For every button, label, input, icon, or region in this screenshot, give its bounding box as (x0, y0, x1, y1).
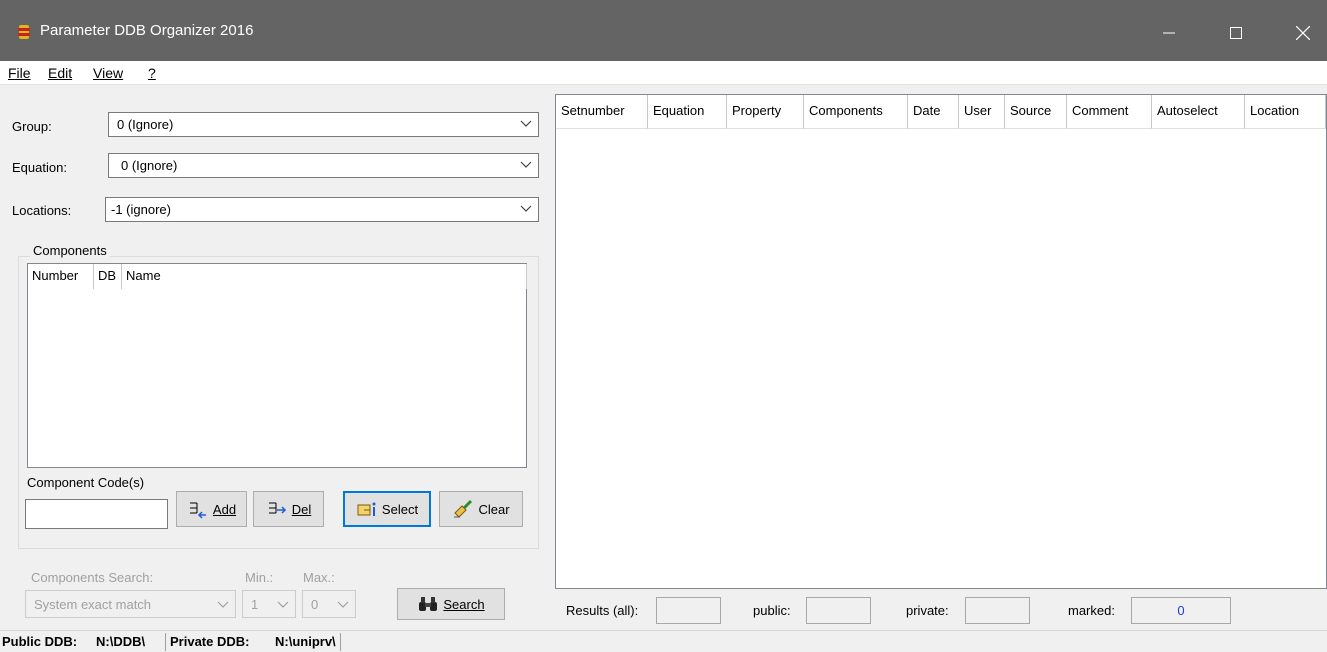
column-components[interactable]: Components (804, 95, 908, 129)
max-select[interactable]: 0 (302, 590, 356, 618)
results-public-box (806, 597, 871, 624)
chevron-down-icon (277, 601, 289, 608)
equation-label: Equation: (12, 160, 67, 175)
search-mode-value: System exact match (34, 597, 152, 612)
menu-edit-label: Edit (48, 65, 73, 81)
results-private-label: private: (906, 603, 949, 618)
column-property[interactable]: Property (727, 95, 804, 129)
binoculars-icon (419, 597, 438, 611)
menu-file[interactable]: File (8, 65, 31, 81)
chevron-down-icon (520, 205, 532, 212)
results-grid-header: Setnumber Equation Property Components D… (556, 95, 1326, 129)
column-user[interactable]: User (959, 95, 1005, 129)
min-value: 1 (251, 597, 259, 612)
del-button[interactable]: Del (253, 491, 324, 527)
chevron-down-icon (337, 601, 349, 608)
group-label: Group: (12, 119, 52, 134)
results-private-box (965, 597, 1030, 624)
column-location[interactable]: Location (1245, 95, 1326, 129)
locations-select[interactable]: -1 (ignore) (105, 197, 539, 222)
status-separator (165, 633, 166, 651)
status-separator (340, 633, 341, 651)
select-button[interactable]: Select (343, 491, 431, 527)
status-bar: Public DDB: N:\DDB\ Private DDB: N:\unip… (0, 630, 1327, 652)
private-ddb-label: Private DDB: (170, 634, 250, 649)
column-comment[interactable]: Comment (1067, 95, 1152, 129)
maximize-icon (1230, 27, 1242, 39)
results-marked-value: 0 (1177, 603, 1185, 618)
results-marked-label: marked: (1068, 603, 1115, 618)
equation-select[interactable]: 0 (Ignore) (108, 153, 539, 178)
add-arrow-icon (189, 502, 206, 519)
chevron-down-icon (520, 120, 532, 127)
equation-value: 0 (Ignore) (121, 158, 178, 173)
add-button[interactable]: Add (176, 491, 247, 527)
close-icon (1296, 26, 1310, 40)
min-label: Min.: (245, 570, 274, 585)
components-group-title: Components (30, 243, 110, 258)
minimize-icon (1163, 32, 1175, 34)
column-number[interactable]: Number (28, 264, 94, 289)
column-equation[interactable]: Equation (648, 95, 727, 129)
title-bar: Parameter DDB Organizer 2016 (0, 0, 1327, 61)
group-value: 0 (Ignore) (117, 117, 174, 132)
select-button-label: Select (381, 501, 419, 517)
menu-view[interactable]: View (93, 65, 123, 81)
eraser-icon (454, 499, 473, 518)
results-all-label: Results (all): (566, 603, 639, 618)
max-label: Max.: (303, 570, 335, 585)
window-title: Parameter DDB Organizer 2016 (40, 22, 254, 39)
column-date[interactable]: Date (908, 95, 959, 129)
column-source[interactable]: Source (1005, 95, 1067, 129)
results-public-label: public: (753, 603, 791, 618)
maximize-button[interactable] (1213, 11, 1259, 55)
del-arrow-icon (268, 502, 286, 514)
min-select[interactable]: 1 (242, 590, 296, 618)
close-button[interactable] (1280, 11, 1326, 55)
components-list-header: Number DB Name (28, 264, 527, 289)
chevron-down-icon (217, 601, 229, 608)
locations-label: Locations: (12, 203, 72, 218)
menu-bar: File Edit View ? (0, 61, 1327, 85)
search-mode-select[interactable]: System exact match (25, 590, 236, 618)
search-button-label: Search (443, 596, 485, 612)
menu-file-label: File (8, 65, 31, 81)
column-name[interactable]: Name (122, 264, 527, 289)
column-db[interactable]: DB (94, 264, 122, 289)
components-list[interactable]: Number DB Name (27, 263, 527, 468)
menu-help-label: ? (148, 65, 156, 81)
menu-help[interactable]: ? (148, 65, 156, 81)
public-ddb-path: N:\DDB\ (96, 634, 146, 649)
locations-value: -1 (ignore) (111, 202, 171, 217)
add-button-label: Add (212, 501, 237, 517)
del-button-label: Del (291, 501, 312, 517)
component-code-input[interactable] (25, 499, 168, 529)
chevron-down-icon (520, 161, 532, 168)
ddb-organizer-icon (18, 25, 30, 39)
results-all-box (656, 597, 721, 624)
private-ddb-path: N:\uniprv\ (275, 634, 336, 649)
group-select[interactable]: 0 (Ignore) (108, 112, 539, 137)
menu-edit[interactable]: Edit (48, 65, 72, 81)
results-marked-box: 0 (1131, 597, 1231, 624)
clear-button-label: Clear (478, 501, 510, 517)
component-code-label: Component Code(s) (27, 475, 145, 490)
clear-button[interactable]: Clear (439, 491, 523, 527)
components-search-label: Components Search: (31, 570, 154, 585)
select-pointer-icon (357, 502, 376, 516)
menu-view-label: View (93, 65, 124, 81)
column-setnumber[interactable]: Setnumber (556, 95, 648, 129)
minimize-button[interactable] (1146, 11, 1192, 55)
public-ddb-label: Public DDB: (2, 634, 78, 649)
search-button[interactable]: Search (397, 588, 505, 620)
results-grid[interactable]: Setnumber Equation Property Components D… (555, 94, 1327, 589)
column-autoselect[interactable]: Autoselect (1152, 95, 1245, 129)
max-value: 0 (311, 597, 319, 612)
